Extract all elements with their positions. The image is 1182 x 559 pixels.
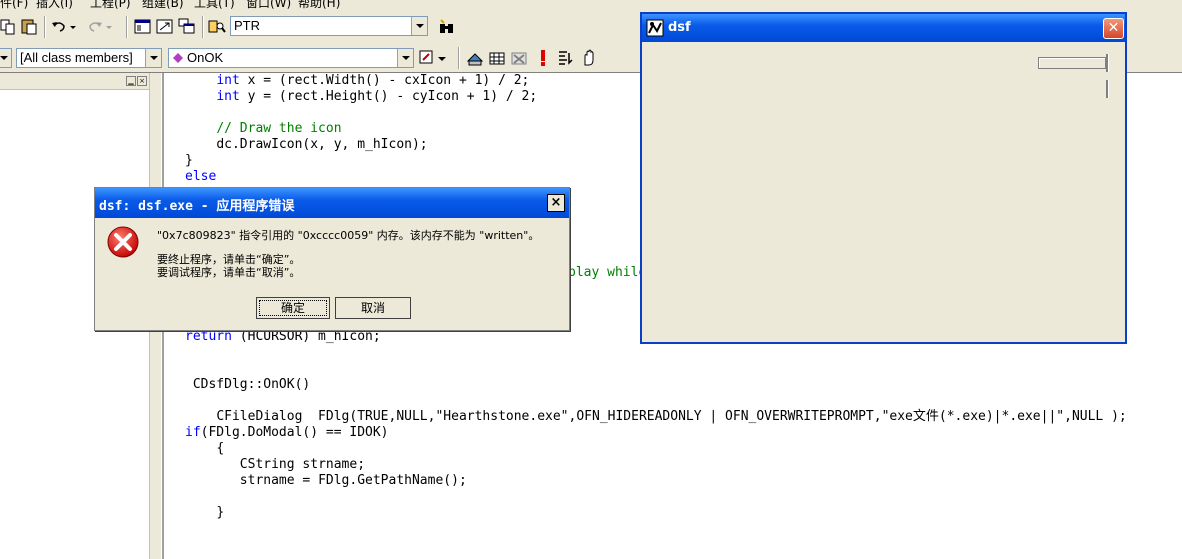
find-combo-value: PTR	[234, 18, 260, 33]
find-binoculars-icon[interactable]	[438, 18, 456, 36]
wizard-actions-icon[interactable]	[418, 49, 436, 67]
menu-item-project[interactable]: 工程(P)	[90, 0, 131, 10]
copy-icon[interactable]	[0, 18, 18, 36]
wizard-actions-dropdown-icon[interactable]	[436, 49, 448, 67]
chevron-down-icon[interactable]	[145, 49, 161, 67]
find-in-files-icon[interactable]	[208, 18, 226, 36]
code-line: }	[216, 505, 225, 520]
application-error-dialog[interactable]: dsf: dsf.exe - 应用程序错误 × "0x7c809823" 指令引…	[94, 187, 570, 331]
code-line: int y = (rect.Height() - cyIcon + 1) / 2…	[216, 89, 538, 104]
code-line: if(FDlg.DoModal() == IDOK)	[185, 425, 389, 440]
code-line: strname = FDlg.GetPathName();	[239, 473, 467, 488]
menu-item-tools[interactable]: 工具(T)	[194, 0, 235, 10]
code-line: int x = (rect.Width() - cxIcon + 1) / 2;	[216, 73, 530, 88]
code-line: CDsfDlg::OnOK()	[185, 377, 311, 392]
error-dialog-close-button[interactable]: ×	[547, 194, 565, 212]
member-combo-value: OnOK	[187, 50, 224, 65]
stop-build-icon[interactable]	[510, 49, 528, 67]
undo-icon[interactable]	[50, 18, 68, 36]
output-window-icon[interactable]	[156, 18, 174, 36]
error-icon	[107, 226, 139, 258]
menu-item-insert[interactable]: 插入(I)	[36, 0, 73, 10]
chevron-down-icon[interactable]	[0, 49, 11, 67]
code-line: {	[216, 441, 225, 456]
member-combo[interactable]: OnOK	[168, 48, 414, 68]
menu-item-build[interactable]: 组建(B)	[142, 0, 184, 10]
code-line: return (HCURSOR) m_hIcon;	[185, 329, 381, 344]
toolbar-separator	[458, 47, 459, 69]
toolbar-separator	[126, 16, 127, 38]
execute-icon[interactable]	[534, 49, 552, 67]
pane-close-icon[interactable]: ×	[137, 76, 147, 86]
hand-breakpoint-icon[interactable]	[580, 49, 598, 67]
dsf-progress-bar	[1038, 57, 1106, 69]
app-icon	[646, 19, 664, 37]
dsf-window-title: dsf	[668, 20, 691, 35]
build-icon[interactable]	[488, 49, 506, 67]
chevron-down-icon[interactable]	[397, 49, 413, 67]
toolbar-separator	[202, 16, 203, 38]
class-members-combo[interactable]: [All class members]	[16, 48, 162, 68]
menu-item-window[interactable]: 窗口(W)	[246, 0, 291, 10]
window-list-icon[interactable]	[178, 18, 196, 36]
code-line: else	[185, 169, 217, 184]
undo-dropdown-icon[interactable]	[68, 18, 78, 36]
cancel-button[interactable]: 取消	[335, 297, 411, 319]
chevron-down-icon[interactable]	[411, 17, 427, 35]
dsf-window[interactable]: dsf ✕	[640, 12, 1127, 344]
error-instruction-debug: 要调试程序，请单击“取消”。	[157, 266, 301, 279]
error-dialog-titlebar[interactable]: dsf: dsf.exe - 应用程序错误 ×	[95, 188, 569, 218]
go-icon[interactable]	[556, 49, 574, 67]
find-combo[interactable]: PTR	[230, 16, 428, 36]
menu-bar: 件(F) 插入(I) 工程(P) 组建(B) 工具(T) 窗口(W) 帮助(H)	[0, 0, 1182, 10]
paste-icon[interactable]	[20, 18, 38, 36]
scope-combo[interactable]	[0, 48, 12, 68]
redo-icon[interactable]	[86, 18, 104, 36]
code-line: dc.DrawIcon(x, y, m_hIcon);	[216, 137, 428, 152]
error-dialog-title: dsf: dsf.exe - 应用程序错误	[99, 199, 295, 214]
dsf-window-titlebar[interactable]: dsf ✕	[642, 14, 1125, 42]
compile-icon[interactable]	[466, 49, 484, 67]
method-icon	[173, 53, 183, 63]
code-line: }	[185, 153, 193, 168]
dsf-window-close-button[interactable]: ✕	[1103, 18, 1124, 39]
workspace-pane-header: ▁ ×	[0, 73, 149, 90]
dsf-divider	[1106, 80, 1108, 98]
workspace-icon[interactable]	[134, 18, 152, 36]
menu-item-help[interactable]: 帮助(H)	[298, 0, 340, 10]
code-line: CFileDialog FDlg(TRUE,NULL,"Hearthstone.…	[216, 409, 1127, 424]
error-message-line: "0x7c809823" 指令引用的 "0xcccc0059" 内存。该内存不能…	[157, 229, 540, 242]
redo-dropdown-icon[interactable]	[104, 18, 114, 36]
dsf-divider	[1106, 54, 1108, 72]
class-members-combo-value: [All class members]	[20, 50, 133, 65]
pane-minimize-icon[interactable]: ▁	[126, 76, 136, 86]
code-line: CString strname;	[239, 457, 366, 472]
code-line: play while	[568, 265, 647, 280]
code-line: // Draw the icon	[216, 121, 342, 136]
ok-button[interactable]: 确定	[256, 297, 330, 319]
toolbar-separator	[44, 16, 45, 38]
menu-item-file[interactable]: 件(F)	[0, 0, 28, 10]
